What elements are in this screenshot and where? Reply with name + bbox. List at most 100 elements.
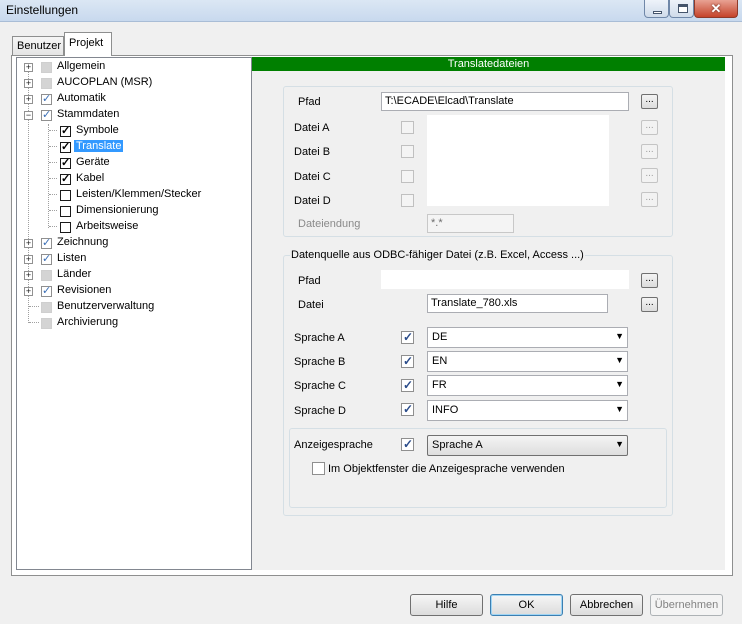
tree-item-leisten[interactable]: Leisten/Klemmen/Stecker xyxy=(17,187,247,203)
tab-projekt[interactable]: Projekt xyxy=(64,32,112,56)
expand-icon[interactable]: + xyxy=(24,271,33,280)
dateiendung-input[interactable]: *.* xyxy=(427,214,514,233)
odbc-pfad-browse-button[interactable]: ... xyxy=(641,273,658,288)
sprache-a-select[interactable]: DE ▼ xyxy=(427,327,628,348)
tree-checkbox[interactable] xyxy=(41,236,52,249)
tree-item-allgemein[interactable]: + Allgemein xyxy=(17,59,247,75)
tree-checkbox[interactable] xyxy=(41,284,52,297)
tree-checkbox[interactable] xyxy=(60,140,71,153)
objektfenster-label: Im Objektfenster die Anzeigesprache verw… xyxy=(328,463,565,475)
maximize-button[interactable] xyxy=(669,0,694,18)
tree-item-label: Stammdaten xyxy=(57,108,120,120)
sprache-d-checkbox[interactable] xyxy=(401,402,414,416)
datei-a-label: Datei A xyxy=(294,122,330,134)
expand-icon[interactable]: + xyxy=(24,255,33,264)
odbc-pfad-input[interactable] xyxy=(381,270,629,289)
tree-item-label: Kabel xyxy=(76,172,105,184)
tree-checkbox[interactable] xyxy=(60,156,71,169)
sprache-c-select[interactable]: FR ▼ xyxy=(427,375,628,396)
odbc-datei-browse-button[interactable]: ... xyxy=(641,297,658,312)
datei-c-browse-button[interactable]: ... xyxy=(641,168,658,183)
pfad-input[interactable]: T:\ECADE\Elcad\Translate xyxy=(381,92,629,111)
window-title: Einstellungen xyxy=(6,3,79,17)
tree-item-arbeitsweise[interactable]: Arbeitsweise xyxy=(17,219,247,235)
tree-checkbox[interactable] xyxy=(41,62,52,73)
tree-item-label: Arbeitsweise xyxy=(76,220,139,232)
tree-item-label: Geräte xyxy=(76,156,110,168)
tree-item-benutzerverwaltung[interactable]: Benutzerverwaltung xyxy=(17,299,247,315)
tab-benutzer[interactable]: Benutzer xyxy=(12,36,64,56)
sprache-c-value: FR xyxy=(432,379,447,391)
chevron-down-icon: ▼ xyxy=(615,379,624,389)
expand-icon[interactable]: + xyxy=(24,95,33,104)
datei-c-label: Datei C xyxy=(294,171,331,183)
tree-item-laender[interactable]: + Länder xyxy=(17,267,247,283)
datei-d-browse-button[interactable]: ... xyxy=(641,192,658,207)
tree-item-aucoplan[interactable]: + AUCOPLAN (MSR) xyxy=(17,75,247,91)
translate-settings-panel: Pfad T:\ECADE\Elcad\Translate ... Datei … xyxy=(252,71,725,570)
anzeigesprache-select[interactable]: Sprache A ▼ xyxy=(427,435,628,456)
ok-button[interactable]: OK xyxy=(490,594,563,616)
datei-a-browse-button[interactable]: ... xyxy=(641,120,658,135)
datei-b-checkbox[interactable] xyxy=(401,145,414,158)
odbc-datei-label: Datei xyxy=(298,299,324,311)
tree-item-stammdaten[interactable]: − Stammdaten xyxy=(17,107,247,123)
tree-item-archivierung[interactable]: Archivierung xyxy=(17,315,247,331)
tree-item-dimensionierung[interactable]: Dimensionierung xyxy=(17,203,247,219)
close-button[interactable]: ✕ xyxy=(694,0,738,18)
tree-checkbox[interactable] xyxy=(41,302,52,313)
datei-list[interactable] xyxy=(427,115,609,206)
tree-checkbox[interactable] xyxy=(60,222,71,233)
expand-icon[interactable]: + xyxy=(24,63,33,72)
odbc-pfad-label: Pfad xyxy=(298,275,321,287)
sprache-b-select[interactable]: EN ▼ xyxy=(427,351,628,372)
hilfe-button[interactable]: Hilfe xyxy=(410,594,483,616)
tree-checkbox[interactable] xyxy=(60,190,71,201)
uebernehmen-button[interactable]: Übernehmen xyxy=(650,594,723,616)
tree-checkbox[interactable] xyxy=(41,318,52,329)
chevron-down-icon: ▼ xyxy=(615,439,624,449)
tree-item-automatik[interactable]: + Automatik xyxy=(17,91,247,107)
odbc-datei-input[interactable]: Translate_780.xls xyxy=(427,294,608,313)
sprache-d-select[interactable]: INFO ▼ xyxy=(427,400,628,421)
anzeigesprache-checkbox[interactable] xyxy=(401,437,414,451)
expand-icon[interactable]: + xyxy=(24,287,33,296)
datei-b-browse-button[interactable]: ... xyxy=(641,144,658,159)
expand-icon[interactable]: + xyxy=(24,239,33,248)
objektfenster-checkbox[interactable] xyxy=(312,462,325,475)
datei-b-label: Datei B xyxy=(294,146,331,158)
sprache-a-checkbox[interactable] xyxy=(401,330,414,344)
datei-a-checkbox[interactable] xyxy=(401,121,414,134)
tree-item-revisionen[interactable]: + Revisionen xyxy=(17,283,247,299)
tree-item-zeichnung[interactable]: + Zeichnung xyxy=(17,235,247,251)
tree-checkbox[interactable] xyxy=(60,206,71,217)
pfad-browse-button[interactable]: ... xyxy=(641,94,658,109)
tree-item-label: Revisionen xyxy=(57,284,112,296)
sprache-b-label: Sprache B xyxy=(294,356,346,368)
tree-item-kabel[interactable]: Kabel xyxy=(17,171,247,187)
tree-checkbox[interactable] xyxy=(41,108,52,121)
tree-checkbox[interactable] xyxy=(41,78,52,89)
sprache-c-checkbox[interactable] xyxy=(401,378,414,392)
dateiendung-label: Dateiendung xyxy=(298,218,361,230)
anzeigesprache-value: Sprache A xyxy=(432,439,483,451)
minimize-button[interactable] xyxy=(644,0,669,18)
sprache-b-value: EN xyxy=(432,355,448,367)
tree-checkbox[interactable] xyxy=(41,270,52,281)
tree-checkbox[interactable] xyxy=(60,124,71,137)
collapse-icon[interactable]: − xyxy=(24,111,33,120)
tree-checkbox[interactable] xyxy=(60,172,71,185)
tree-checkbox[interactable] xyxy=(41,252,52,265)
expand-icon[interactable]: + xyxy=(24,79,33,88)
abbrechen-button[interactable]: Abbrechen xyxy=(570,594,643,616)
tree-item-label: Listen xyxy=(57,252,87,264)
tree-item-translate[interactable]: Translate xyxy=(17,139,247,155)
settings-tree[interactable]: + Allgemein + AUCOPLAN (MSR) + Automatik… xyxy=(16,57,252,570)
sprache-b-checkbox[interactable] xyxy=(401,354,414,368)
tree-item-geraete[interactable]: Geräte xyxy=(17,155,247,171)
tree-item-listen[interactable]: + Listen xyxy=(17,251,247,267)
datei-c-checkbox[interactable] xyxy=(401,170,414,183)
tree-item-symbole[interactable]: Symbole xyxy=(17,123,247,139)
tree-checkbox[interactable] xyxy=(41,92,52,105)
datei-d-checkbox[interactable] xyxy=(401,194,414,207)
